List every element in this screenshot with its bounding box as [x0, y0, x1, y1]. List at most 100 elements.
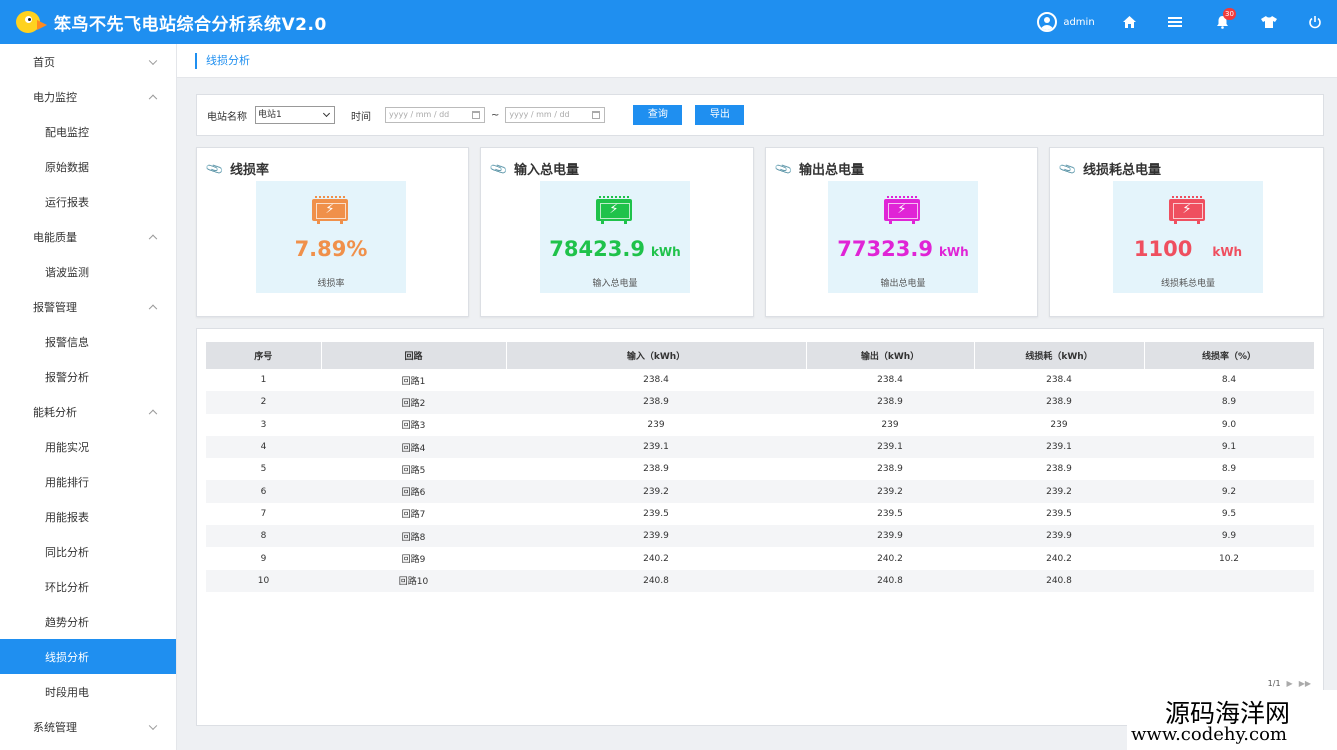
- stat-panel: ⚡ 77323.9 kWh 输出总电量: [828, 181, 978, 293]
- stat-value: 1100 kWh: [1113, 237, 1263, 261]
- stat-value: 7.89%: [256, 237, 406, 261]
- table-cell: 239.2: [506, 480, 806, 503]
- table-cell: 240.8: [506, 569, 806, 592]
- sidebar-item-4[interactable]: 运行报表: [0, 184, 176, 219]
- table-cell: 239.1: [806, 435, 974, 459]
- stat-unit: kWh: [650, 245, 681, 259]
- date-separator: ~: [491, 109, 500, 121]
- table-cell: 8.4: [1144, 369, 1314, 392]
- table-cell: 9.0: [1144, 413, 1314, 436]
- stat-card-input-total: 📎 输入总电量 ⚡ 78423.9 kWh 输入总电量: [480, 147, 754, 317]
- sidebar-item-label: 电能质量: [33, 230, 77, 244]
- table-cell: 10.2: [1144, 547, 1314, 570]
- next-page-icon[interactable]: ▶: [1287, 679, 1293, 688]
- station-select[interactable]: 电站1: [255, 106, 335, 124]
- paperclip-icon: 📎: [488, 158, 509, 179]
- table-cell: 2: [206, 391, 321, 414]
- table-cell: 4: [206, 435, 321, 459]
- sidebar-item-7[interactable]: 报警管理: [0, 289, 176, 324]
- sidebar-item-6[interactable]: 谐波监测: [0, 254, 176, 289]
- sidebar-item-label: 报警信息: [45, 335, 89, 349]
- sidebar-item-14[interactable]: 同比分析: [0, 534, 176, 569]
- table-cell: 239.9: [806, 525, 974, 548]
- sidebar-item-18[interactable]: 时段用电: [0, 674, 176, 709]
- start-date-input[interactable]: yyyy / mm / dd: [385, 107, 485, 123]
- paperclip-icon: 📎: [1057, 158, 1078, 179]
- sidebar-item-label: 能耗分析: [33, 405, 77, 419]
- stat-card-output-total: 📎 输出总电量 ⚡ 77323.9 kWh 输出总电量: [765, 147, 1038, 317]
- line-loss-table: 序号 回路 输入（kWh） 输出（kWh） 线损耗（kWh） 线损率（%） 1 回路1 238…: [206, 342, 1315, 592]
- table-cell: 239.2: [806, 480, 974, 503]
- table-cell: 238.4: [974, 369, 1144, 392]
- table-cell: 239.1: [974, 435, 1144, 459]
- table-cell: 239.1: [506, 435, 806, 459]
- chevron-down-icon: [148, 721, 158, 730]
- stat-number: 78423.9: [549, 237, 645, 261]
- sidebar-item-label: 原始数据: [45, 160, 89, 174]
- sidebar-item-17[interactable]: 线损分析: [0, 639, 176, 674]
- sidebar-item-10[interactable]: 能耗分析: [0, 394, 176, 429]
- power-device-icon: ⚡: [312, 196, 348, 224]
- stat-title: 线损耗总电量: [1082, 163, 1161, 178]
- table-cell: 240.2: [806, 547, 974, 570]
- stat-title: 输出总电量: [798, 163, 864, 178]
- user-menu[interactable]: admin: [1025, 0, 1107, 44]
- sidebar-item-2[interactable]: 配电监控: [0, 114, 176, 149]
- sidebar-item-8[interactable]: 报警信息: [0, 324, 176, 359]
- sidebar-item-13[interactable]: 用能报表: [0, 499, 176, 534]
- sidebar-item-label: 趋势分析: [45, 615, 89, 629]
- table-header-row: 序号 回路 输入（kWh） 输出（kWh） 线损耗（kWh） 线损率（%）: [206, 342, 1315, 369]
- sidebar-item-15[interactable]: 环比分析: [0, 569, 176, 604]
- theme-button[interactable]: [1245, 0, 1293, 44]
- logout-button[interactable]: [1293, 0, 1337, 44]
- sidebar-item-3[interactable]: 原始数据: [0, 149, 176, 184]
- column-header: 序号: [206, 342, 322, 369]
- table-cell: 240.2: [506, 547, 806, 570]
- export-button[interactable]: 导出: [695, 105, 745, 125]
- sidebar-item-label: 谐波监测: [45, 265, 89, 279]
- table-cell: 239.5: [806, 502, 974, 526]
- sidebar-item-label: 报警管理: [33, 300, 77, 314]
- menu-button[interactable]: [1151, 0, 1199, 44]
- sidebar-item-label: 用能实况: [45, 440, 89, 454]
- table-cell: 6: [206, 480, 321, 503]
- stat-number: 1100: [1133, 237, 1193, 261]
- sidebar-item-19[interactable]: 系统管理: [0, 709, 176, 744]
- stat-title: 输入总电量: [513, 163, 579, 178]
- table-row: 9 回路9 240.2 240.2 240.2 10.2: [206, 547, 1314, 570]
- sidebar-item-5[interactable]: 电能质量: [0, 219, 176, 254]
- sidebar-item-12[interactable]: 用能排行: [0, 464, 176, 499]
- page-indicator: 1/1: [1267, 679, 1281, 688]
- notification-button[interactable]: 30: [1199, 0, 1245, 44]
- table-row: 6 回路6 239.2 239.2 239.2 9.2: [206, 480, 1314, 503]
- stat-caption: 线损率: [317, 279, 345, 289]
- table-cell: 239.9: [974, 525, 1144, 548]
- table-cell: 回路5: [321, 458, 506, 481]
- table-cell: 回路7: [321, 502, 506, 526]
- table-cell: 回路4: [321, 435, 506, 459]
- sidebar-item-label: 配电监控: [45, 125, 89, 139]
- query-button[interactable]: 查询: [633, 105, 683, 125]
- station-label: 电站名称: [207, 111, 247, 123]
- sidebar-item-16[interactable]: 趋势分析: [0, 604, 176, 639]
- sidebar-item-1[interactable]: 电力监控: [0, 79, 176, 114]
- table-cell: 9.2: [1144, 480, 1314, 503]
- table-cell: 7: [206, 502, 321, 526]
- column-header: 输出（kWh）: [806, 342, 975, 369]
- table-cell: 回路2: [321, 391, 506, 414]
- table-cell: [1144, 569, 1314, 592]
- sidebar-item-label: 环比分析: [45, 580, 89, 594]
- bird-logo-icon: [16, 11, 48, 33]
- chevron-up-icon: [148, 234, 158, 243]
- sidebar-item-9[interactable]: 报警分析: [0, 359, 176, 394]
- sidebar-item-0[interactable]: 首页: [0, 44, 176, 79]
- sidebar-item-11[interactable]: 用能实况: [0, 429, 176, 464]
- home-button[interactable]: [1107, 0, 1151, 44]
- end-date-input[interactable]: yyyy / mm / dd: [505, 107, 606, 123]
- notification-badge: 30: [1223, 8, 1236, 20]
- calendar-icon: [592, 111, 601, 119]
- username: admin: [1063, 16, 1095, 28]
- last-page-icon[interactable]: ▶▶: [1299, 679, 1311, 688]
- sidebar-item-label: 同比分析: [45, 545, 89, 559]
- table-cell: 240.2: [974, 547, 1144, 570]
